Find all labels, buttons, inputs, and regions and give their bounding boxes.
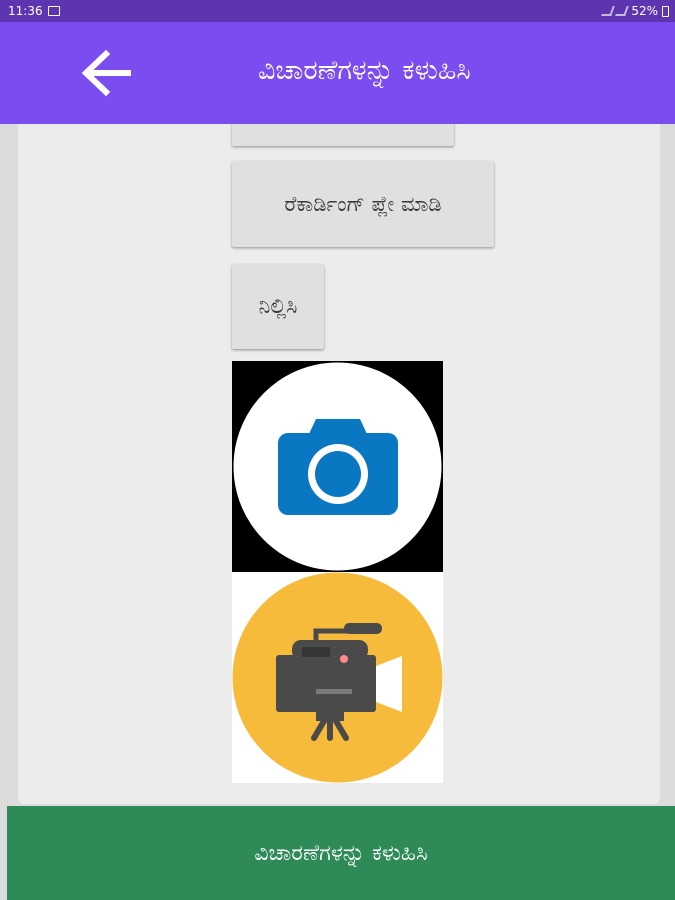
signal-icon xyxy=(615,6,630,16)
image-icon xyxy=(48,6,60,16)
send-queries-label: ವಿಚಾರಣೆಗಳನ್ನು ಕಳುಹಿಸಿ xyxy=(254,840,428,866)
partial-button[interactable] xyxy=(232,124,454,146)
battery-icon xyxy=(662,5,669,17)
back-button[interactable] xyxy=(78,44,136,102)
wifi-icon xyxy=(601,6,616,16)
battery-percent: 52% xyxy=(631,4,658,18)
play-recording-label: ರೆಕಾರ್ಡಿಂಗ್ ಪ್ಲೇ ಮಾಡಿ xyxy=(284,191,442,216)
send-queries-button[interactable]: ವಿಚಾರಣೆಗಳನ್ನು ಕಳುಹಿಸಿ xyxy=(7,806,675,900)
camera-icon xyxy=(233,362,442,571)
status-bar: 11:36 52% xyxy=(0,0,675,22)
stop-label: ನಿಲ್ಲಿಸಿ xyxy=(258,294,298,318)
video-camera-icon xyxy=(232,572,443,783)
content-card: ರೆಕಾರ್ಡಿಂಗ್ ಪ್ಲೇ ಮಾಡಿ ನಿಲ್ಲಿಸಿ xyxy=(18,124,660,804)
arrow-left-icon xyxy=(81,49,131,97)
stop-button[interactable]: ನಿಲ್ಲಿಸಿ xyxy=(232,264,324,349)
video-button[interactable] xyxy=(232,572,443,783)
app-bar: ವಿಚಾರಣೆಗಳನ್ನು ಕಳುಹಿಸಿ xyxy=(0,22,675,124)
camera-button[interactable] xyxy=(232,361,443,572)
status-icons: 52% xyxy=(601,4,669,18)
play-recording-button[interactable]: ರೆಕಾರ್ಡಿಂಗ್ ಪ್ಲೇ ಮಾಡಿ xyxy=(232,161,494,247)
page-title: ವಿಚಾರಣೆಗಳನ್ನು ಕಳುಹಿಸಿ xyxy=(258,55,471,86)
status-time: 11:36 xyxy=(8,4,43,18)
